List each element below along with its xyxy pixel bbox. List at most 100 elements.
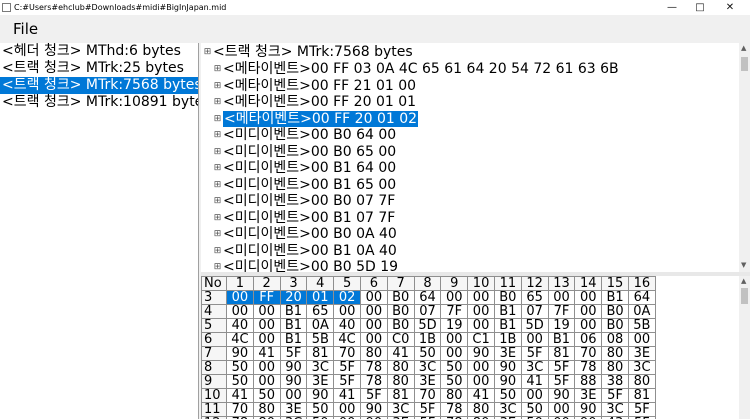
tree-event-node[interactable]: <미디이벤트>00 B1 0A 40 bbox=[223, 243, 397, 259]
scroll-up-arrow-icon[interactable]: ▲ bbox=[741, 44, 746, 52]
row-number-cell[interactable]: 3 bbox=[201, 290, 227, 305]
tree-event-node[interactable]: <미디이벤트>00 B0 65 00 bbox=[223, 144, 396, 160]
hex-byte-cell[interactable]: 00 bbox=[547, 290, 576, 305]
hex-byte-cell[interactable]: 90 bbox=[493, 360, 522, 375]
hex-byte-cell[interactable]: 4C bbox=[226, 332, 254, 347]
hex-byte-cell[interactable]: 41 bbox=[226, 388, 254, 403]
hex-column-header[interactable]: 10 bbox=[467, 276, 495, 291]
menu-file[interactable]: File bbox=[13, 20, 38, 38]
hex-byte-cell[interactable]: 81 bbox=[627, 388, 656, 403]
hex-byte-cell[interactable]: 08 bbox=[601, 332, 629, 347]
hex-byte-cell[interactable]: 19 bbox=[547, 318, 576, 333]
hex-byte-cell[interactable]: 65 bbox=[520, 290, 549, 305]
hex-byte-cell[interactable]: 00 bbox=[252, 304, 281, 319]
hex-byte-cell[interactable]: FF bbox=[252, 290, 281, 305]
hex-byte-cell[interactable]: B1 bbox=[279, 332, 308, 347]
hex-byte-cell[interactable]: 5D bbox=[413, 318, 442, 333]
hex-byte-cell[interactable]: 5F bbox=[333, 360, 361, 375]
hex-byte-cell[interactable]: 3C bbox=[520, 360, 549, 375]
hex-byte-cell[interactable]: 80 bbox=[386, 374, 415, 389]
hex-byte-cell[interactable]: 00 bbox=[440, 290, 469, 305]
hex-byte-cell[interactable]: 50 bbox=[306, 402, 335, 417]
hex-byte-cell[interactable]: 80 bbox=[359, 346, 388, 361]
tree-expander-icon[interactable]: ⊞ bbox=[213, 147, 222, 157]
row-number-cell[interactable]: 6 bbox=[201, 332, 227, 347]
hex-byte-cell[interactable]: 5F bbox=[279, 346, 308, 361]
hex-byte-cell[interactable]: 41 bbox=[252, 346, 281, 361]
chunk-item[interactable]: <트랙 청크> MTrk:10891 bytes bbox=[0, 94, 198, 111]
hex-byte-cell[interactable]: 50 bbox=[493, 388, 522, 403]
hex-byte-cell[interactable]: 41 bbox=[467, 388, 495, 403]
hex-byte-cell[interactable]: 5F bbox=[601, 388, 629, 403]
hex-byte-cell[interactable]: B0 bbox=[386, 290, 415, 305]
hex-byte-cell[interactable]: 5F bbox=[520, 346, 549, 361]
hex-byte-cell[interactable]: 3C bbox=[306, 360, 335, 375]
hex-byte-cell[interactable]: 1B bbox=[493, 332, 522, 347]
hex-column-header[interactable]: 16 bbox=[627, 276, 656, 291]
hex-byte-cell[interactable]: 41 bbox=[520, 374, 549, 389]
hex-byte-cell[interactable]: 0A bbox=[306, 318, 335, 333]
hex-column-header[interactable]: 13 bbox=[547, 276, 576, 291]
hex-byte-cell[interactable]: 90 bbox=[226, 346, 254, 361]
hex-byte-cell[interactable]: 3E bbox=[574, 388, 603, 403]
hex-column-header[interactable]: 9 bbox=[440, 276, 469, 291]
hex-byte-cell[interactable]: 70 bbox=[333, 346, 361, 361]
hex-column-header[interactable]: 8 bbox=[413, 276, 442, 291]
tree-vertical-scrollbar[interactable]: ▲ ▼ bbox=[739, 43, 750, 272]
hex-byte-cell[interactable]: 38 bbox=[601, 374, 629, 389]
chunk-item[interactable]: <트랙 청크> MTrk:7568 bytes bbox=[0, 77, 198, 94]
hex-byte-cell[interactable]: 5D bbox=[520, 318, 549, 333]
hex-byte-cell[interactable]: 1B bbox=[413, 332, 442, 347]
tree-event-node[interactable]: <미디이벤트>00 B1 64 00 bbox=[223, 160, 396, 176]
hex-byte-cell[interactable]: 80 bbox=[386, 360, 415, 375]
hex-byte-cell[interactable]: B1 bbox=[279, 318, 308, 333]
hex-column-header[interactable]: 5 bbox=[333, 276, 361, 291]
hex-byte-cell[interactable]: 00 bbox=[359, 318, 388, 333]
hex-byte-cell[interactable]: 07 bbox=[520, 304, 549, 319]
hex-byte-cell[interactable]: 00 bbox=[252, 360, 281, 375]
hex-byte-cell[interactable]: 00 bbox=[467, 304, 495, 319]
hex-byte-cell[interactable]: 00 bbox=[226, 304, 254, 319]
hex-byte-cell[interactable]: 3E bbox=[493, 346, 522, 361]
hex-byte-cell[interactable]: 00 bbox=[520, 388, 549, 403]
hex-byte-cell[interactable]: 80 bbox=[601, 360, 629, 375]
hex-byte-cell[interactable]: 90 bbox=[467, 346, 495, 361]
hex-byte-cell[interactable]: 80 bbox=[601, 346, 629, 361]
hex-byte-cell[interactable]: 3E bbox=[627, 346, 656, 361]
tree-event-node[interactable]: <메타이벤트>00 FF 20 01 02 bbox=[223, 110, 419, 127]
hex-byte-cell[interactable]: 3C bbox=[493, 402, 522, 417]
hex-byte-cell[interactable]: 0A bbox=[627, 304, 656, 319]
row-number-cell[interactable]: 8 bbox=[201, 360, 227, 375]
hex-byte-cell[interactable]: 40 bbox=[333, 318, 361, 333]
tree-event-node[interactable]: <미디이벤트>00 B0 0A 40 bbox=[223, 226, 397, 242]
tree-expander-icon[interactable]: ⊞ bbox=[213, 197, 222, 206]
hex-byte-cell[interactable]: B0 bbox=[601, 318, 629, 333]
hex-byte-cell[interactable]: 00 bbox=[359, 304, 388, 319]
row-number-cell[interactable]: 4 bbox=[201, 304, 227, 319]
hex-byte-cell[interactable]: 00 bbox=[547, 402, 576, 417]
hex-byte-cell[interactable]: 81 bbox=[547, 346, 576, 361]
hex-byte-cell[interactable]: 3E bbox=[279, 402, 308, 417]
hex-byte-cell[interactable]: 90 bbox=[306, 388, 335, 403]
hex-byte-cell[interactable]: C1 bbox=[467, 332, 495, 347]
hex-byte-cell[interactable]: 3E bbox=[306, 374, 335, 389]
hex-byte-cell[interactable]: 78 bbox=[359, 360, 388, 375]
tree-event-node[interactable]: <미디이벤트>00 B0 07 7F bbox=[223, 193, 395, 209]
hex-byte-cell[interactable]: 5F bbox=[333, 374, 361, 389]
grid-scroll-up-arrow-icon[interactable]: ▲ bbox=[741, 277, 746, 285]
close-button[interactable]: ✕ bbox=[716, 0, 744, 15]
hex-byte-cell[interactable]: B1 bbox=[601, 290, 629, 305]
hex-byte-cell[interactable]: 40 bbox=[226, 318, 254, 333]
hex-column-header[interactable]: 14 bbox=[574, 276, 603, 291]
hex-column-header[interactable]: 11 bbox=[493, 276, 522, 291]
hex-byte-cell[interactable]: 41 bbox=[386, 346, 415, 361]
hex-byte-cell[interactable]: 80 bbox=[627, 374, 656, 389]
hex-byte-cell[interactable]: 50 bbox=[440, 360, 469, 375]
hex-byte-cell[interactable]: 5B bbox=[306, 332, 335, 347]
hex-byte-cell[interactable]: 5F bbox=[627, 402, 656, 417]
hex-byte-cell[interactable]: 00 bbox=[333, 304, 361, 319]
hex-byte-cell[interactable]: 78 bbox=[574, 360, 603, 375]
hex-byte-cell[interactable]: 00 bbox=[252, 318, 281, 333]
hex-byte-cell[interactable]: 90 bbox=[547, 388, 576, 403]
tree-event-node[interactable]: <메타이벤트>00 FF 20 01 01 bbox=[223, 94, 416, 110]
